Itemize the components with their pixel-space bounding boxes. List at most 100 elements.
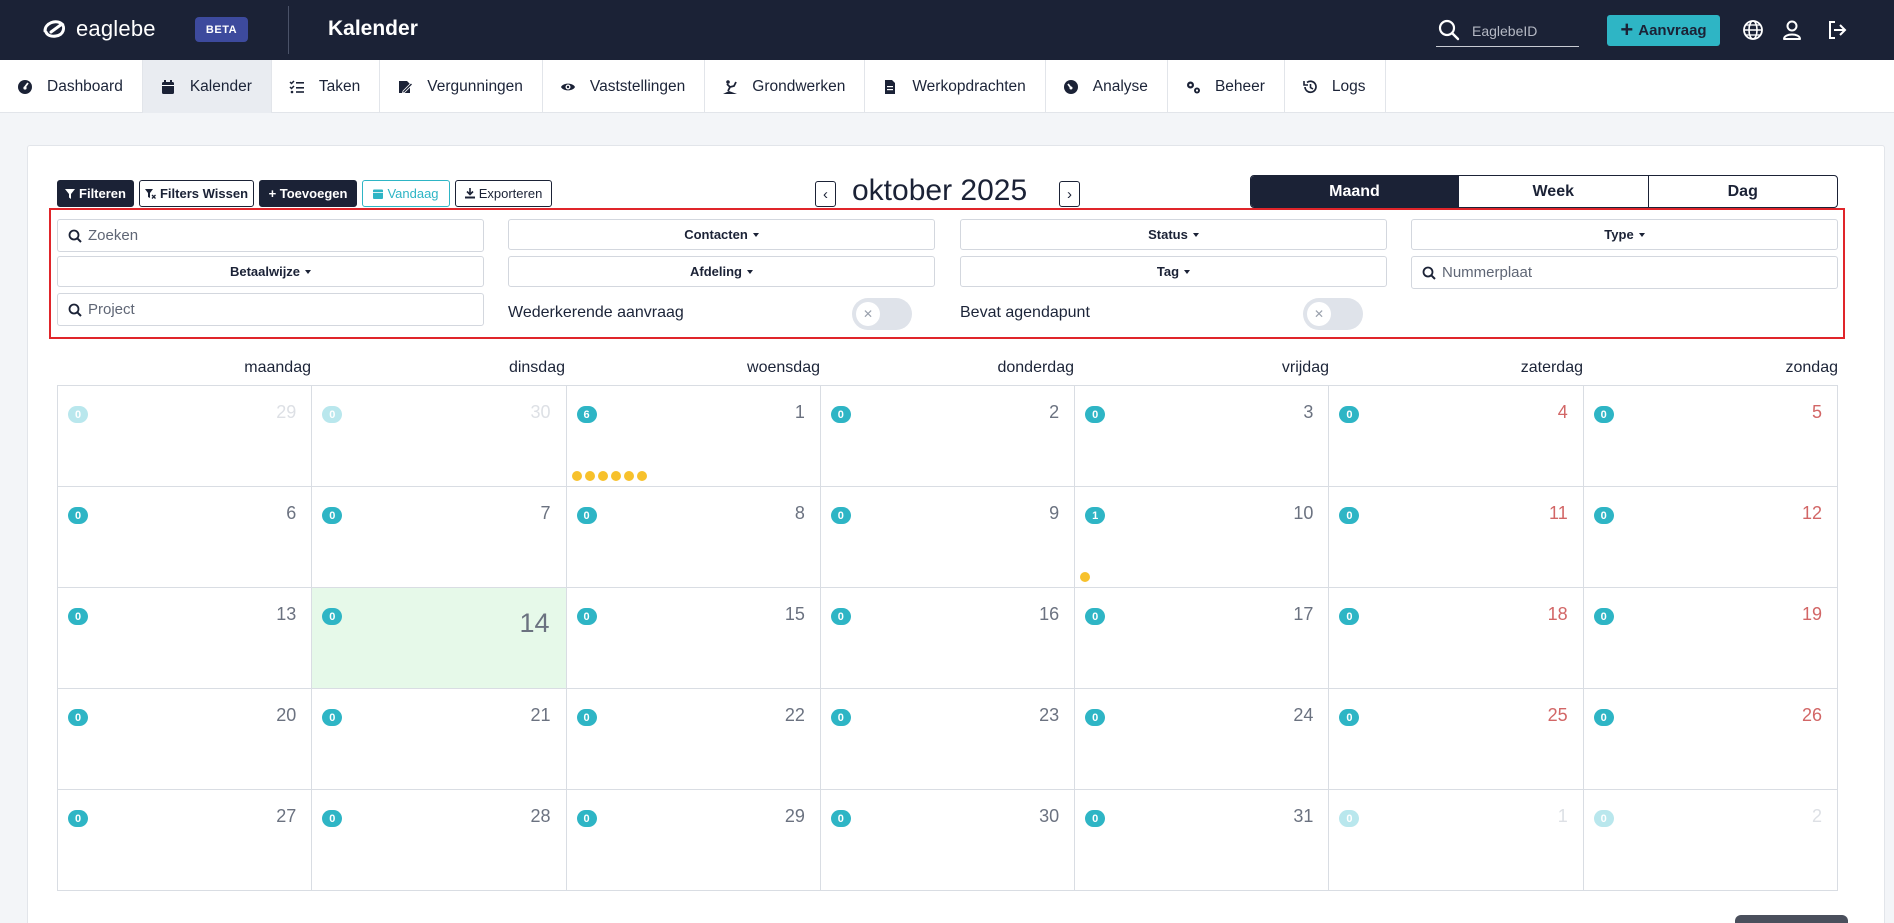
search-field[interactable] — [57, 219, 484, 252]
calendar-day-cell[interactable]: 0 25 — [1329, 689, 1584, 790]
calendar-day-cell[interactable]: 05 — [1583, 386, 1838, 487]
license-plate-input[interactable] — [1442, 264, 1795, 281]
calendar-day-cell[interactable]: 0 17 — [1075, 588, 1330, 689]
payment-method-dropdown[interactable]: Betaalwijze — [57, 256, 484, 287]
nav-item-werkopdrachten[interactable]: Werkopdrachten — [865, 60, 1046, 113]
nav-item-vaststellingen[interactable]: Vaststellingen — [543, 60, 706, 113]
recurring-request-toggle[interactable]: ✕ — [852, 298, 912, 330]
day-number[interactable]: 25 — [1548, 705, 1568, 726]
event-count-badge[interactable]: 0 — [830, 709, 851, 726]
event-count-badge[interactable]: 0 — [68, 406, 88, 423]
day-number[interactable]: 29 — [785, 806, 805, 827]
eaglebe-id-input[interactable] — [1472, 20, 1577, 42]
event-count-badge[interactable]: 0 — [576, 810, 597, 827]
event-count-badge[interactable]: 0 — [322, 810, 343, 827]
event-count-badge[interactable]: 0 — [322, 406, 343, 423]
event-count-badge[interactable]: 0 — [1339, 608, 1360, 625]
day-number[interactable]: 3 — [1303, 402, 1313, 423]
calendar-day-cell[interactable]: 02 — [1583, 790, 1838, 891]
calendar-day-cell[interactable]: 0 23 — [820, 689, 1076, 790]
calendar-day-cell[interactable]: 0 31 — [1075, 790, 1330, 891]
nav-item-grondwerken[interactable]: Grondwerken — [705, 60, 866, 113]
event-count-badge[interactable]: 0 — [830, 507, 851, 524]
day-number[interactable]: 27 — [276, 806, 296, 827]
calendar-day-cell[interactable]: 0 21 — [312, 689, 567, 790]
eaglebe-logo[interactable]: eaglebe — [42, 16, 156, 42]
day-number[interactable]: 5 — [1812, 402, 1822, 423]
export-button[interactable]: Exporteren — [455, 180, 552, 207]
filter-button[interactable]: Filteren — [57, 180, 134, 207]
day-number[interactable]: 18 — [1548, 604, 1568, 625]
calendar-day-cell[interactable]: 0 30 — [820, 790, 1076, 891]
calendar-day-cell[interactable]: 01 — [1329, 790, 1584, 891]
calendar-day-cell[interactable]: 0 22 — [566, 689, 821, 790]
day-number[interactable]: 26 — [1802, 705, 1822, 726]
calendar-day-cell[interactable]: 0 29 — [566, 790, 821, 891]
next-month-button[interactable]: › — [1059, 181, 1080, 207]
project-field[interactable] — [57, 293, 484, 326]
nav-item-kalender[interactable]: Kalender — [142, 60, 272, 113]
event-count-badge[interactable]: 0 — [1085, 810, 1106, 827]
nav-item-beheer[interactable]: Beheer — [1168, 60, 1285, 113]
day-number[interactable]: 6 — [286, 503, 296, 524]
calendar-day-cell[interactable]: 0 15 — [566, 588, 821, 689]
day-number[interactable]: 12 — [1802, 503, 1822, 524]
type-dropdown[interactable]: Type — [1411, 219, 1838, 250]
event-count-badge[interactable]: 0 — [68, 810, 88, 827]
event-count-badge[interactable]: 0 — [1593, 406, 1614, 423]
view-day-button[interactable]: Dag — [1647, 176, 1838, 207]
event-dot[interactable] — [636, 471, 647, 481]
day-number[interactable]: 21 — [531, 705, 551, 726]
nav-item-dashboard[interactable]: Dashboard — [0, 60, 143, 113]
day-number[interactable]: 14 — [520, 608, 550, 639]
calendar-day-cell[interactable]: 02 — [820, 386, 1076, 487]
day-number[interactable]: 22 — [785, 705, 805, 726]
event-dot[interactable] — [1080, 572, 1091, 582]
event-count-badge[interactable]: 0 — [1339, 709, 1360, 726]
event-count-badge[interactable]: 0 — [1593, 608, 1614, 625]
event-count-badge[interactable]: 0 — [830, 406, 851, 423]
calendar-day-cell[interactable]: 61 — [566, 386, 821, 487]
event-count-badge[interactable]: 0 — [68, 709, 88, 726]
nav-item-analyse[interactable]: Analyse — [1046, 60, 1168, 113]
event-dot[interactable] — [584, 471, 595, 481]
calendar-day-cell[interactable]: 04 — [1329, 386, 1584, 487]
calendar-day-cell[interactable]: 08 — [566, 487, 821, 588]
day-number[interactable]: 8 — [795, 503, 805, 524]
event-dot[interactable] — [610, 471, 621, 481]
calendar-day-cell[interactable]: 0 11 — [1329, 487, 1584, 588]
event-count-badge[interactable]: 0 — [1085, 709, 1106, 726]
event-count-badge[interactable]: 0 — [830, 608, 851, 625]
calendar-day-cell[interactable]: 0 24 — [1075, 689, 1330, 790]
calendar-day-cell[interactable]: 0 16 — [820, 588, 1076, 689]
event-count-badge[interactable]: 0 — [1339, 406, 1360, 423]
calendar-day-cell[interactable]: 07 — [312, 487, 567, 588]
calendar-day-cell[interactable]: 0 13 — [58, 588, 313, 689]
event-count-badge[interactable]: 0 — [830, 810, 851, 827]
day-number[interactable]: 30 — [531, 402, 551, 423]
new-request-button[interactable]: + Aanvraag — [1607, 15, 1720, 46]
search-input[interactable] — [88, 227, 441, 244]
day-number[interactable]: 20 — [276, 705, 296, 726]
day-number[interactable]: 29 — [276, 402, 296, 423]
calendar-day-cell[interactable]: 06 — [58, 487, 313, 588]
view-week-button[interactable]: Week — [1458, 176, 1648, 207]
tag-dropdown[interactable]: Tag — [960, 256, 1387, 287]
event-count-badge[interactable]: 0 — [576, 608, 597, 625]
day-number[interactable]: 4 — [1558, 402, 1568, 423]
nav-item-vergunningen[interactable]: Vergunningen — [380, 60, 543, 113]
calendar-day-cell[interactable]: 0 18 — [1329, 588, 1584, 689]
calendar-day-cell[interactable]: 0 28 — [312, 790, 567, 891]
globe-icon[interactable] — [1742, 19, 1764, 41]
day-number[interactable]: 13 — [276, 604, 296, 625]
nav-item-logs[interactable]: Logs — [1285, 60, 1386, 113]
today-button[interactable]: Vandaag — [362, 180, 450, 207]
event-count-badge[interactable]: 0 — [1339, 507, 1360, 524]
day-number[interactable]: 11 — [1549, 503, 1568, 524]
day-number[interactable]: 2 — [1049, 402, 1059, 423]
day-number[interactable]: 17 — [1293, 604, 1313, 625]
calendar-day-cell[interactable]: 0 20 — [58, 689, 313, 790]
day-number[interactable]: 1 — [1558, 806, 1568, 827]
event-count-badge[interactable]: 0 — [68, 507, 88, 524]
day-number[interactable]: 7 — [541, 503, 551, 524]
